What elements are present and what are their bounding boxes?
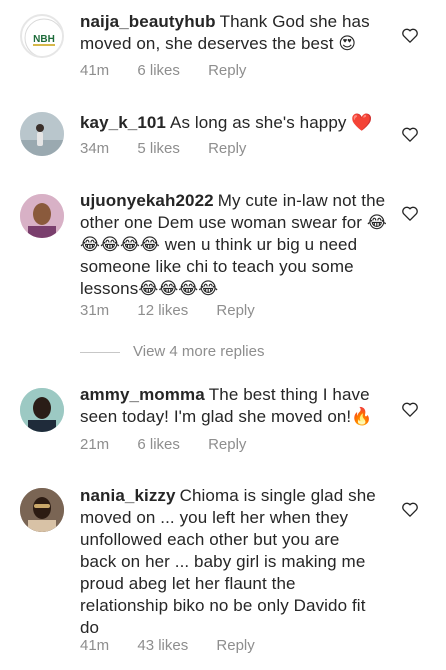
comment-item: nania_kizzy Chioma is single glad she mov… xyxy=(0,482,446,662)
reply-button[interactable]: Reply xyxy=(208,140,246,157)
laughing-emoji: 😂 xyxy=(119,235,140,254)
laughing-emoji: 😂 xyxy=(158,279,179,298)
heart-eyes-emoji: 😍 xyxy=(338,34,357,53)
comment-time: 31m xyxy=(80,302,110,319)
laughing-emoji: 😂 xyxy=(80,235,100,254)
laughing-emoji: 😂 xyxy=(178,279,199,298)
comment-meta: 41m 43 likes Reply xyxy=(80,637,255,654)
comment-time: 21m xyxy=(80,436,110,453)
comment-username[interactable]: kay_k_101 xyxy=(80,113,166,132)
laughing-emoji: 😂 xyxy=(99,235,120,254)
heart-outline-icon[interactable] xyxy=(402,206,418,221)
heart-outline-icon[interactable] xyxy=(402,502,418,517)
comment-username[interactable]: naija_beautyhub xyxy=(80,12,216,31)
reply-button[interactable]: Reply xyxy=(208,62,246,79)
laughing-emoji: 😂 xyxy=(366,213,387,232)
comment-item: NBH naija_beautyhub Thank God she has mov… xyxy=(0,0,446,90)
comment-time: 41m xyxy=(80,62,110,79)
comment-meta: 31m 12 likes Reply xyxy=(80,302,255,319)
comment-item: ujuonyekah2022 My cute in-law not the oth… xyxy=(0,186,446,326)
avatar[interactable]: NBH xyxy=(20,14,64,58)
comment-username[interactable]: nania_kizzy xyxy=(80,486,176,505)
laughing-emoji: 😂 xyxy=(139,235,160,254)
comment-item: ammy_momma The best thing I have seen tod… xyxy=(0,380,446,460)
avatar[interactable] xyxy=(20,388,64,432)
avatar-logo-text: NBH xyxy=(33,34,55,45)
reply-button[interactable]: Reply xyxy=(216,302,254,319)
comment-likes[interactable]: 5 likes xyxy=(137,140,180,157)
comment-body: ammy_momma The best thing I have seen tod… xyxy=(80,384,392,428)
comment-likes[interactable]: 6 likes xyxy=(137,62,180,79)
view-more-replies-button[interactable]: View 4 more replies xyxy=(80,343,380,363)
comment-body: ujuonyekah2022 My cute in-law not the oth… xyxy=(80,190,392,300)
comment-body: kay_k_101 As long as she's happy ❤️ xyxy=(80,112,390,134)
reply-button[interactable]: Reply xyxy=(208,436,246,453)
heart-outline-icon[interactable] xyxy=(402,402,418,417)
red-heart-emoji: ❤️ xyxy=(351,113,373,132)
view-more-replies-label[interactable]: View 4 more replies xyxy=(133,343,264,360)
comment-likes[interactable]: 6 likes xyxy=(137,436,180,453)
comment-likes[interactable]: 43 likes xyxy=(137,637,188,654)
heart-outline-icon[interactable] xyxy=(402,28,418,43)
comment-body: nania_kizzy Chioma is single glad she mov… xyxy=(80,485,380,639)
comment-text: As long as she's happy xyxy=(170,113,347,132)
fire-emoji: 🔥 xyxy=(351,407,373,426)
comment-time: 34m xyxy=(80,140,110,157)
comment-time: 41m xyxy=(80,637,110,654)
comment-item: kay_k_101 As long as she's happy ❤️ 34m 5… xyxy=(0,100,446,170)
comment-username[interactable]: ujuonyekah2022 xyxy=(80,191,214,210)
comment-meta: 34m 5 likes Reply xyxy=(80,140,246,157)
comment-username[interactable]: ammy_momma xyxy=(80,385,205,404)
avatar[interactable] xyxy=(20,112,64,156)
avatar[interactable] xyxy=(20,194,64,238)
comment-body: naija_beautyhub Thank God she has moved o… xyxy=(80,11,390,55)
comment-meta: 41m 6 likes Reply xyxy=(80,62,246,79)
reply-button[interactable]: Reply xyxy=(216,637,254,654)
comment-likes[interactable]: 12 likes xyxy=(137,302,188,319)
laughing-emoji: 😂 xyxy=(138,279,159,298)
replies-divider-line xyxy=(80,352,120,353)
laughing-emoji: 😂 xyxy=(198,279,219,298)
avatar[interactable] xyxy=(20,488,64,532)
comment-meta: 21m 6 likes Reply xyxy=(80,436,246,453)
comment-text: Chioma is single glad she moved on ... y… xyxy=(80,486,376,637)
heart-outline-icon[interactable] xyxy=(402,127,418,142)
